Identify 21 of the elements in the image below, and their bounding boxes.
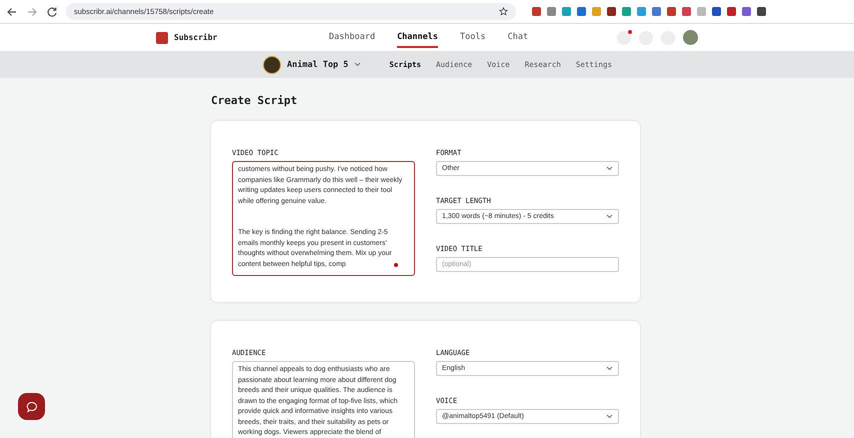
channel-avatar [263,56,281,74]
brand-name: Subscribr [174,33,218,42]
chevron-down-icon [606,414,613,419]
chevron-down-icon [606,214,613,219]
nav-tab[interactable]: Channels [397,28,438,48]
nav-tab[interactable]: Chat [508,28,528,48]
chevron-down-icon [354,62,362,67]
logo-icon [156,32,168,44]
nav-tab[interactable]: Tools [460,28,486,48]
star-icon[interactable] [499,7,508,16]
forward-icon[interactable] [26,6,38,18]
channel-selector[interactable]: Animal Top 5 [287,60,348,70]
nav-tab[interactable]: Dashboard [329,28,376,48]
avatar[interactable] [683,30,698,45]
reload-icon[interactable] [46,6,58,18]
page-title: Create Script [211,94,298,107]
chevron-down-icon [606,366,613,371]
back-icon[interactable] [6,6,18,18]
chevron-down-icon [606,166,613,171]
help-chat-button[interactable] [18,393,45,420]
chat-bubble-icon [26,400,38,412]
